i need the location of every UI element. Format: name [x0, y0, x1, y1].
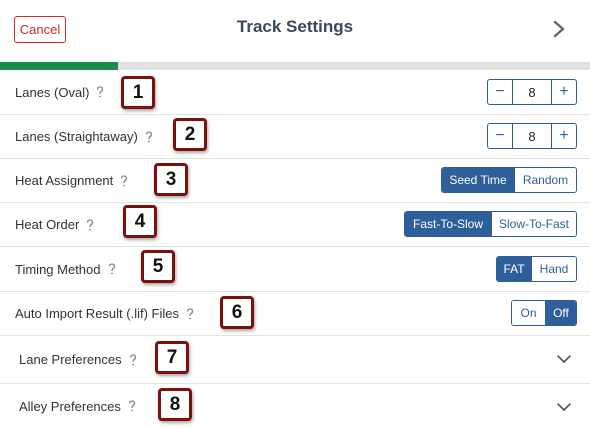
lane-preferences-section[interactable]: Lane Preferences 7 — [0, 336, 590, 384]
heat-order-label-group: Heat Order — [15, 203, 95, 246]
page-title: Track Settings — [236, 17, 354, 36]
lane-preferences-label-group: Lane Preferences — [19, 336, 138, 383]
question-mark-icon[interactable] — [107, 263, 117, 275]
row-auto-import: Auto Import Result (.lif) Files 6 On Off — [0, 292, 590, 336]
increment-button[interactable]: + — [552, 80, 576, 104]
annotation-badge: 8 — [158, 388, 192, 421]
alley-preferences-label-group: Alley Preferences — [19, 384, 137, 428]
question-mark-icon[interactable] — [95, 86, 105, 98]
progress-bar — [0, 62, 590, 70]
lanes-straight-value[interactable]: 8 — [512, 124, 552, 148]
heat-assignment-label-group: Heat Assignment — [15, 159, 129, 202]
lanes-straight-label-group: Lanes (Straightaway) — [15, 115, 154, 158]
off-option[interactable]: Off — [545, 301, 576, 325]
lanes-oval-value[interactable]: 8 — [512, 80, 552, 104]
alley-preferences-section[interactable]: Alley Preferences 8 — [0, 384, 590, 428]
question-mark-icon[interactable] — [144, 130, 154, 143]
auto-import-label-group: Auto Import Result (.lif) Files — [15, 292, 195, 335]
seed-time-option[interactable]: Seed Time — [442, 168, 514, 192]
auto-import-label: Auto Import Result (.lif) Files — [15, 306, 179, 321]
annotation-badge: 2 — [173, 118, 207, 151]
annotation-badge: 4 — [123, 205, 157, 238]
auto-import-toggle: On Off — [511, 300, 577, 326]
question-mark-icon[interactable] — [127, 400, 137, 412]
row-heat-assignment: Heat Assignment 3 Seed Time Random — [0, 159, 590, 203]
on-option[interactable]: On — [512, 301, 545, 325]
timing-method-label: Timing Method — [15, 261, 101, 277]
decrement-button[interactable]: − — [488, 80, 512, 104]
lanes-oval-label: Lanes (Oval) — [15, 84, 90, 100]
lanes-oval-label-group: Lanes (Oval) — [15, 70, 105, 114]
random-option[interactable]: Random — [514, 168, 576, 192]
question-mark-icon[interactable] — [128, 353, 138, 366]
alley-preferences-label: Alley Preferences — [19, 398, 121, 414]
row-lanes-oval: Lanes (Oval) 1 − 8 + — [0, 70, 590, 115]
fast-to-slow-option[interactable]: Fast-To-Slow — [405, 212, 491, 236]
lanes-oval-stepper: − 8 + — [487, 79, 577, 105]
heat-order-toggle: Fast-To-Slow Slow-To-Fast — [404, 211, 577, 237]
chevron-down-icon[interactable] — [556, 402, 572, 412]
chevron-down-icon[interactable] — [556, 354, 572, 364]
question-mark-icon[interactable] — [185, 307, 195, 320]
slow-to-fast-option[interactable]: Slow-To-Fast — [491, 212, 576, 236]
fat-option[interactable]: FAT — [497, 257, 531, 281]
question-mark-icon[interactable] — [119, 174, 129, 187]
row-timing-method: Timing Method 5 FAT Hand — [0, 247, 590, 292]
lanes-straight-label: Lanes (Straightaway) — [15, 129, 138, 144]
chevron-right-icon[interactable] — [552, 20, 566, 38]
increment-button[interactable]: + — [552, 124, 576, 148]
header: Cancel Track Settings — [0, 0, 590, 62]
lanes-straight-stepper: − 8 + — [487, 123, 577, 149]
heat-assignment-label: Heat Assignment — [15, 173, 114, 188]
heat-assignment-toggle: Seed Time Random — [441, 167, 577, 193]
row-heat-order: Heat Order 4 Fast-To-Slow Slow-To-Fast — [0, 203, 590, 247]
annotation-badge: 6 — [220, 296, 254, 329]
timing-method-label-group: Timing Method — [15, 247, 117, 291]
timing-method-toggle: FAT Hand — [496, 256, 577, 282]
row-lanes-straightaway: Lanes (Straightaway) 2 − 8 + — [0, 115, 590, 159]
annotation-badge: 7 — [155, 341, 189, 374]
annotation-badge: 3 — [154, 163, 188, 196]
heat-order-label: Heat Order — [15, 217, 80, 232]
lane-preferences-label: Lane Preferences — [19, 352, 122, 367]
annotation-badge: 1 — [121, 76, 155, 109]
hand-option[interactable]: Hand — [531, 257, 576, 281]
annotation-badge: 5 — [141, 250, 175, 283]
decrement-button[interactable]: − — [488, 124, 512, 148]
question-mark-icon[interactable] — [85, 218, 95, 231]
progress-fill — [0, 62, 118, 70]
